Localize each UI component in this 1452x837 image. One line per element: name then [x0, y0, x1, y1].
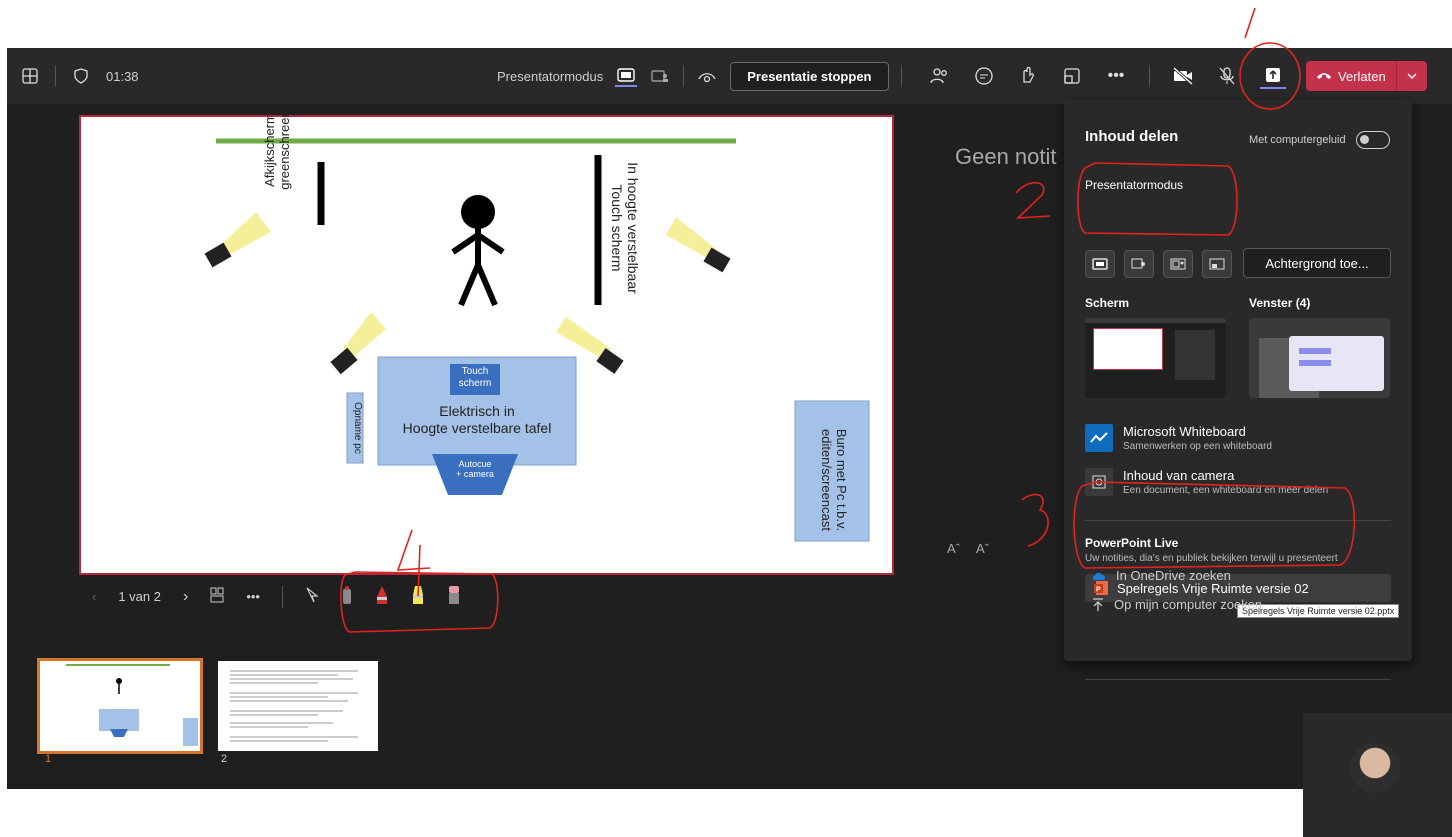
thumbnail-number: 2: [221, 753, 228, 765]
previous-slide-icon[interactable]: ‹: [92, 589, 96, 604]
camera-content-icon: [1085, 468, 1113, 496]
screen-preview[interactable]: [1085, 318, 1226, 398]
current-slide: Afkijkscherm greenschreen In hoogte vers…: [79, 110, 894, 575]
divider: [1085, 520, 1391, 521]
microphone-muted-icon[interactable]: [1216, 65, 1238, 87]
grid-layout-icon[interactable]: [19, 65, 41, 87]
slide-navigation: ‹ 1 van 2 › •••: [92, 585, 461, 608]
divider: [1085, 679, 1391, 680]
next-slide-icon[interactable]: ›: [183, 588, 188, 606]
camera-off-icon[interactable]: [1172, 65, 1194, 87]
upload-icon: [1093, 597, 1103, 611]
spotlight: [204, 212, 271, 268]
speaker-notes: Geen notit: [955, 144, 1057, 169]
computer-sound-toggle[interactable]: [1355, 131, 1390, 149]
window-preview[interactable]: [1249, 318, 1390, 398]
pen-icon[interactable]: [375, 585, 389, 608]
rooms-icon[interactable]: [1061, 65, 1083, 87]
stop-presenting-button[interactable]: Presentatie stoppen: [730, 61, 889, 91]
mode-side-by-side-button[interactable]: [1163, 250, 1193, 278]
self-video-tile[interactable]: [1303, 713, 1452, 837]
reactions-icon[interactable]: [1017, 65, 1039, 87]
slide-label-touch-box: Touch scherm: [458, 366, 492, 389]
presenter-mode-content-only-icon[interactable]: [615, 65, 638, 87]
decrease-font-button[interactable]: Aˇ: [976, 541, 989, 556]
slide-label-touch-scherm: Touch scherm: [609, 184, 625, 272]
phone-hangup-icon: [1317, 73, 1331, 79]
thumbnail-number: 1: [45, 753, 52, 765]
whiteboard-option[interactable]: Microsoft Whiteboard Samenwerken op een …: [1085, 424, 1272, 452]
mode-standout-button[interactable]: [1124, 250, 1154, 278]
mode-reporter-button[interactable]: [1202, 250, 1232, 278]
participants-icon[interactable]: [929, 65, 951, 87]
divider: [900, 65, 902, 87]
slide-counter: 1 van 2: [118, 589, 161, 604]
ppt-live-heading: PowerPoint Live: [1085, 536, 1179, 550]
camera-content-option[interactable]: Inhoud van camera Een document, een whit…: [1085, 468, 1328, 496]
mode-content-only-button[interactable]: [1085, 250, 1115, 278]
svg-text:P: P: [1096, 587, 1101, 594]
meeting-timer: 01:38: [106, 68, 139, 84]
slide-thumbnail-1[interactable]: [37, 658, 203, 754]
slide-thumbnails: [37, 658, 378, 754]
slide-label-buro-1: Buro met Pc t.b.v.: [834, 428, 849, 532]
presenter-mode-standout-icon[interactable]: [649, 65, 671, 87]
more-options-icon[interactable]: •••: [1105, 65, 1127, 87]
highlighter-icon[interactable]: [411, 585, 425, 608]
window-heading: Venster (4): [1249, 296, 1311, 310]
whiteboard-icon: [1085, 424, 1113, 452]
slide-label-autocue-2: + camera: [456, 469, 494, 479]
grid-view-icon[interactable]: [210, 587, 224, 606]
background-button[interactable]: Achtergrond toe...: [1243, 248, 1391, 278]
onedrive-label: In OneDrive zoeken: [1116, 568, 1231, 583]
slide-label-tafel-1: Elektrisch in: [439, 403, 515, 419]
chat-icon[interactable]: [973, 65, 995, 87]
screen-heading: Scherm: [1085, 296, 1130, 310]
camera-content-title: Inhoud van camera: [1123, 468, 1235, 483]
presenter-mode-heading: Presentatormodus: [1085, 178, 1184, 192]
share-panel-title: Inhoud delen: [1085, 128, 1179, 145]
slide-label-greenscreen: greenschreen: [277, 110, 292, 190]
camera-content-subtitle: Een document, een whiteboard en meer del…: [1123, 485, 1329, 496]
onedrive-search-link[interactable]: In OneDrive zoeken: [1092, 568, 1231, 583]
leave-label: Verlaten: [1338, 68, 1386, 84]
meeting-toolbar: 01:38 Presentatormodus Presentatie stopp…: [7, 48, 1452, 104]
more-options-icon[interactable]: •••: [246, 589, 260, 604]
computer-sound-label: Met computergeluid: [1249, 134, 1346, 146]
computer-label: Op mijn computer zoeken: [1114, 597, 1263, 612]
divider: [683, 65, 685, 87]
eraser-icon[interactable]: [447, 585, 461, 608]
shield-icon[interactable]: [70, 65, 92, 87]
laser-pointer-icon[interactable]: [341, 585, 353, 608]
computer-search-link[interactable]: Op mijn computer zoeken: [1092, 597, 1262, 612]
teams-meeting-window: 01:38 Presentatormodus Presentatie stopp…: [7, 48, 1452, 837]
eye-icon[interactable]: [696, 65, 718, 87]
spotlight: [666, 217, 731, 273]
leave-button-group: Verlaten: [1306, 61, 1427, 91]
slide-label-buro-2: editen/screencast: [819, 429, 834, 531]
presenter-mode-label: Presentatormodus: [497, 68, 604, 84]
ppt-live-subtitle: Uw notities, dia's en publiek bekijken t…: [1085, 553, 1338, 564]
slide-label-opname-pc: Opname pc: [352, 402, 363, 454]
chevron-down-icon[interactable]: [1396, 61, 1427, 91]
slide-label-tafel-2: Hoogte verstelbare tafel: [402, 420, 552, 436]
avatar: [1350, 743, 1400, 793]
divider: [1149, 65, 1150, 87]
slide-label-autocue-1: Autocue: [458, 459, 492, 469]
whiteboard-subtitle: Samenwerken op een whiteboard: [1123, 441, 1272, 452]
divider: [281, 585, 283, 608]
increase-font-button[interactable]: Aˆ: [947, 541, 960, 556]
slide-label-afkijkscherm: Afkijkscherm: [262, 113, 277, 187]
slide-label-hoogte-verstelbaar: In hoogte verstelbaar: [625, 162, 641, 294]
person-figure: [451, 195, 505, 307]
cloud-icon: [1092, 572, 1106, 580]
pointer-icon[interactable]: [305, 587, 319, 606]
share-content-button[interactable]: [1260, 63, 1286, 89]
divider: [55, 65, 56, 87]
slide-thumbnail-2[interactable]: [218, 661, 378, 751]
whiteboard-title: Microsoft Whiteboard: [1123, 424, 1246, 439]
top-margin: [0, 0, 1452, 48]
leave-button[interactable]: Verlaten: [1306, 61, 1397, 91]
